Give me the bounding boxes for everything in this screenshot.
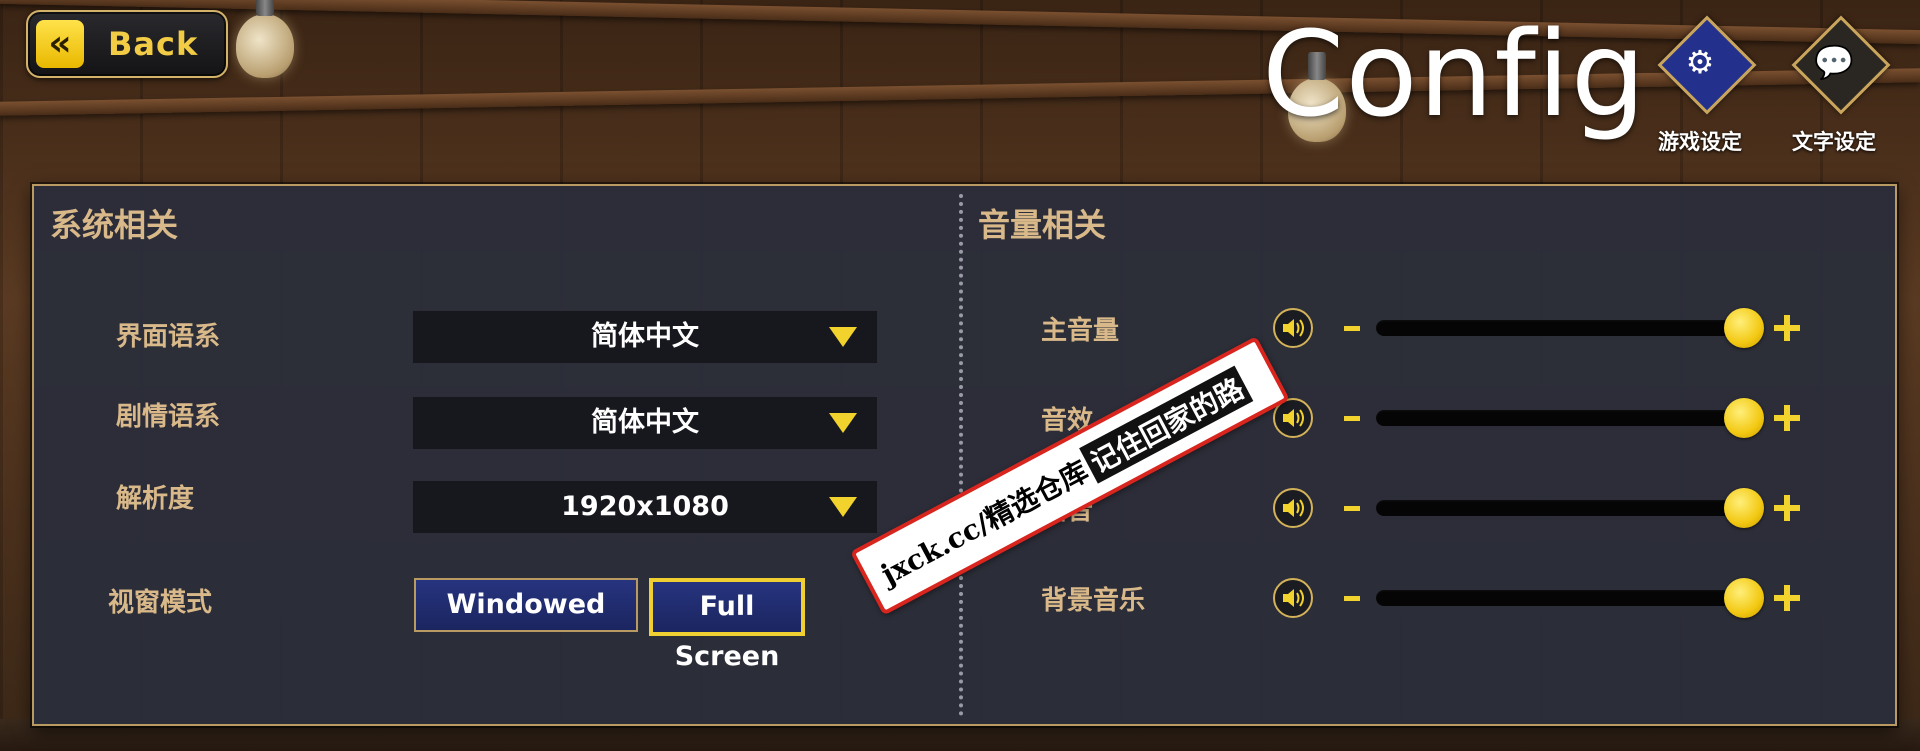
speaker-icon[interactable] [1273,488,1313,528]
light-bulb [236,0,294,78]
tab-label: 文字设定 [1792,130,1876,154]
volume-increase-button[interactable] [1774,585,1800,611]
ui-language-select[interactable]: 简体中文 [412,310,878,364]
tab-label: 游戏设定 [1658,130,1742,154]
gear-icon: ⚙ [1685,43,1715,81]
story-language-value: 简体中文 [591,407,699,438]
resolution-label: 解析度 [116,484,195,514]
volume-slider-knob[interactable] [1724,308,1764,348]
tab-game-settings[interactable]: ⚙ 游戏设定 [1646,15,1757,154]
volume-slider-knob[interactable] [1724,488,1764,528]
speaker-icon[interactable] [1273,578,1313,618]
volume-label: 背景音乐 [1041,586,1146,616]
fullscreen-button[interactable]: Full Screen [649,578,805,672]
dropdown-arrow-icon [829,413,857,433]
volume-label: 主音量 [1041,316,1120,346]
double-chevron-left-icon: « [36,20,84,68]
back-button[interactable]: « Back [26,10,228,78]
windowed-button[interactable]: Windowed [414,578,638,632]
tab-text-settings[interactable]: 💬 文字设定 [1780,15,1891,154]
settings-panel: 系统相关 音量相关 界面语系 简体中文 剧情语系 简体中文 解析度 1920x1… [32,184,1897,726]
volume-slider-knob[interactable] [1724,578,1764,618]
volume-increase-button[interactable] [1774,495,1800,521]
volume-decrease-button[interactable] [1344,326,1360,331]
system-section-title: 系统相关 [50,206,179,244]
window-mode-label: 视窗模式 [108,588,213,618]
volume-slider-knob[interactable] [1724,398,1764,438]
volume-decrease-button[interactable] [1344,506,1360,511]
speech-bubble-icon: 💬 [1814,43,1854,81]
dropdown-arrow-icon [829,497,857,517]
story-language-select[interactable]: 简体中文 [412,396,878,450]
ui-language-label: 界面语系 [116,322,221,352]
volume-slider-track[interactable] [1376,410,1752,426]
resolution-select[interactable]: 1920x1080 [412,480,878,534]
page-title: Config [1262,5,1647,143]
speaker-icon[interactable] [1273,308,1313,348]
volume-decrease-button[interactable] [1344,596,1360,601]
volume-slider-track[interactable] [1376,320,1752,336]
volume-slider-track[interactable] [1376,590,1752,606]
back-button-label: Back [108,25,199,63]
story-language-label: 剧情语系 [116,402,221,432]
dropdown-arrow-icon [829,327,857,347]
resolution-value: 1920x1080 [561,491,729,522]
volume-section-title: 音量相关 [978,206,1107,244]
section-divider [959,194,963,716]
volume-increase-button[interactable] [1774,405,1800,431]
ui-language-value: 简体中文 [591,321,699,352]
volume-decrease-button[interactable] [1344,416,1360,421]
volume-slider-track[interactable] [1376,500,1752,516]
volume-increase-button[interactable] [1774,315,1800,341]
